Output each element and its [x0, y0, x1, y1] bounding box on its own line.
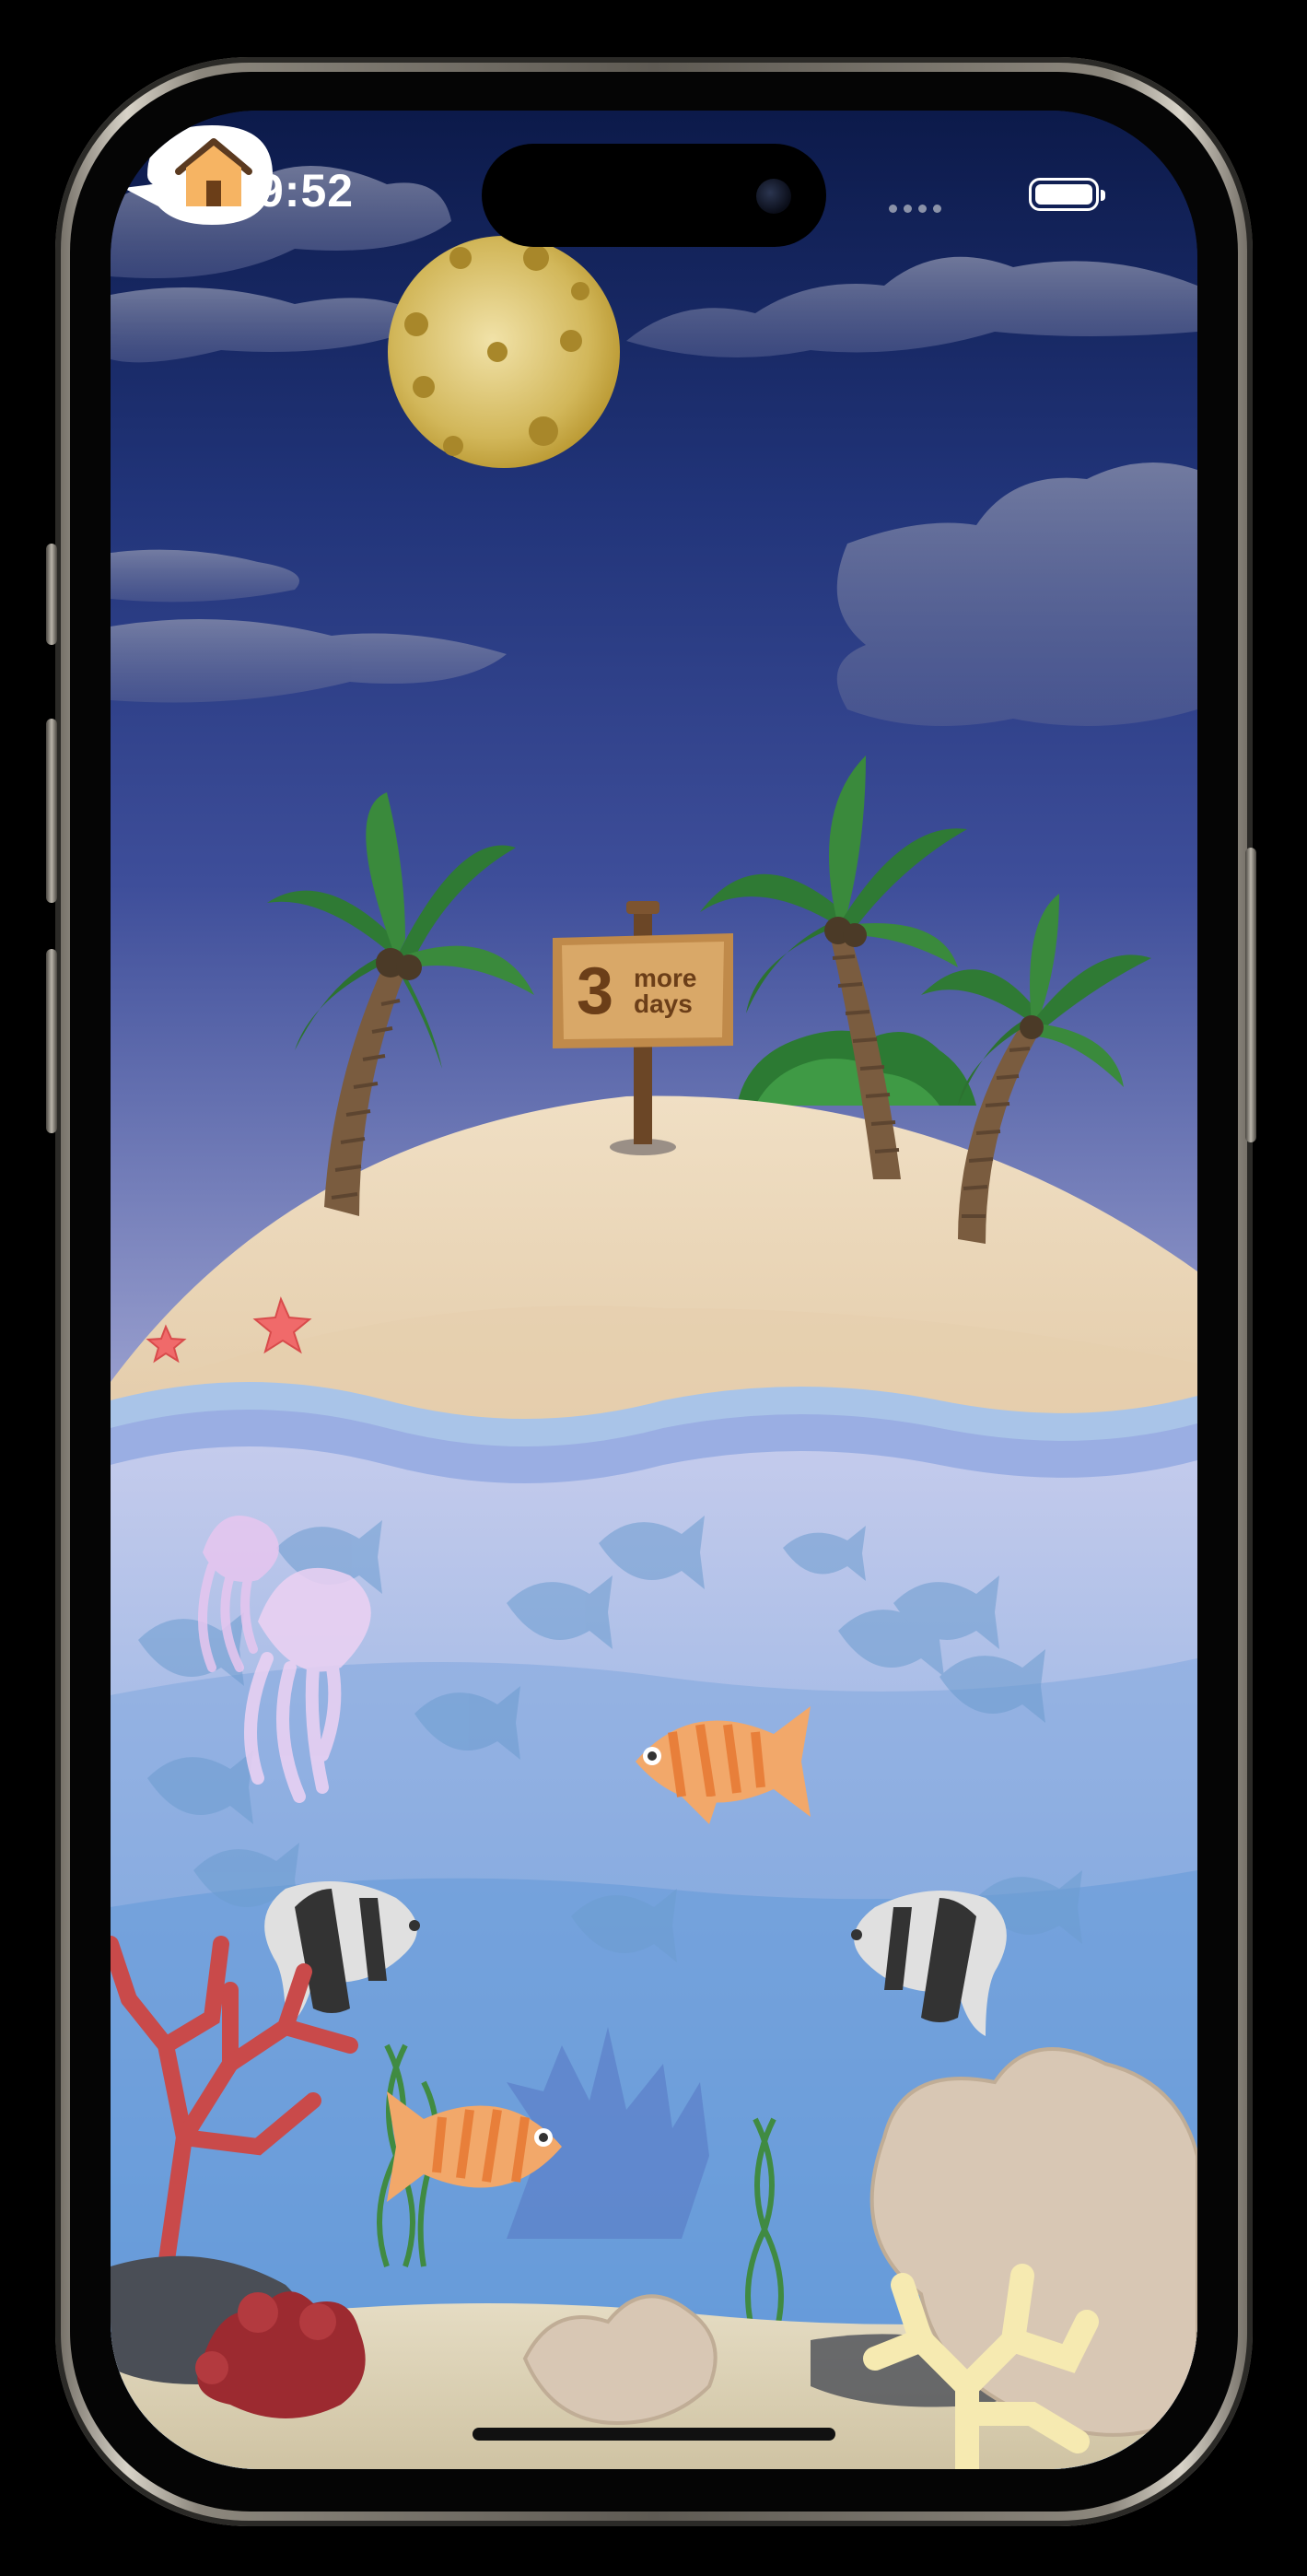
sign-line-2: days — [634, 989, 693, 1018]
camera-icon — [756, 179, 791, 214]
game-scene — [111, 111, 1197, 2469]
action-button — [46, 544, 57, 645]
sign-number: 3 — [577, 954, 614, 1028]
dynamic-island — [482, 144, 826, 247]
volume-down-button — [46, 949, 57, 1133]
game-screen: 9:52 3 more days — [111, 111, 1197, 2469]
volume-up-button — [46, 719, 57, 903]
home-button[interactable] — [111, 111, 286, 240]
signal-dots-icon — [889, 201, 948, 213]
battery-icon — [1029, 178, 1105, 211]
sign-line-1: more — [634, 964, 697, 992]
home-indicator[interactable] — [473, 2428, 835, 2441]
side-button — [1245, 848, 1256, 1142]
moon — [388, 236, 620, 468]
